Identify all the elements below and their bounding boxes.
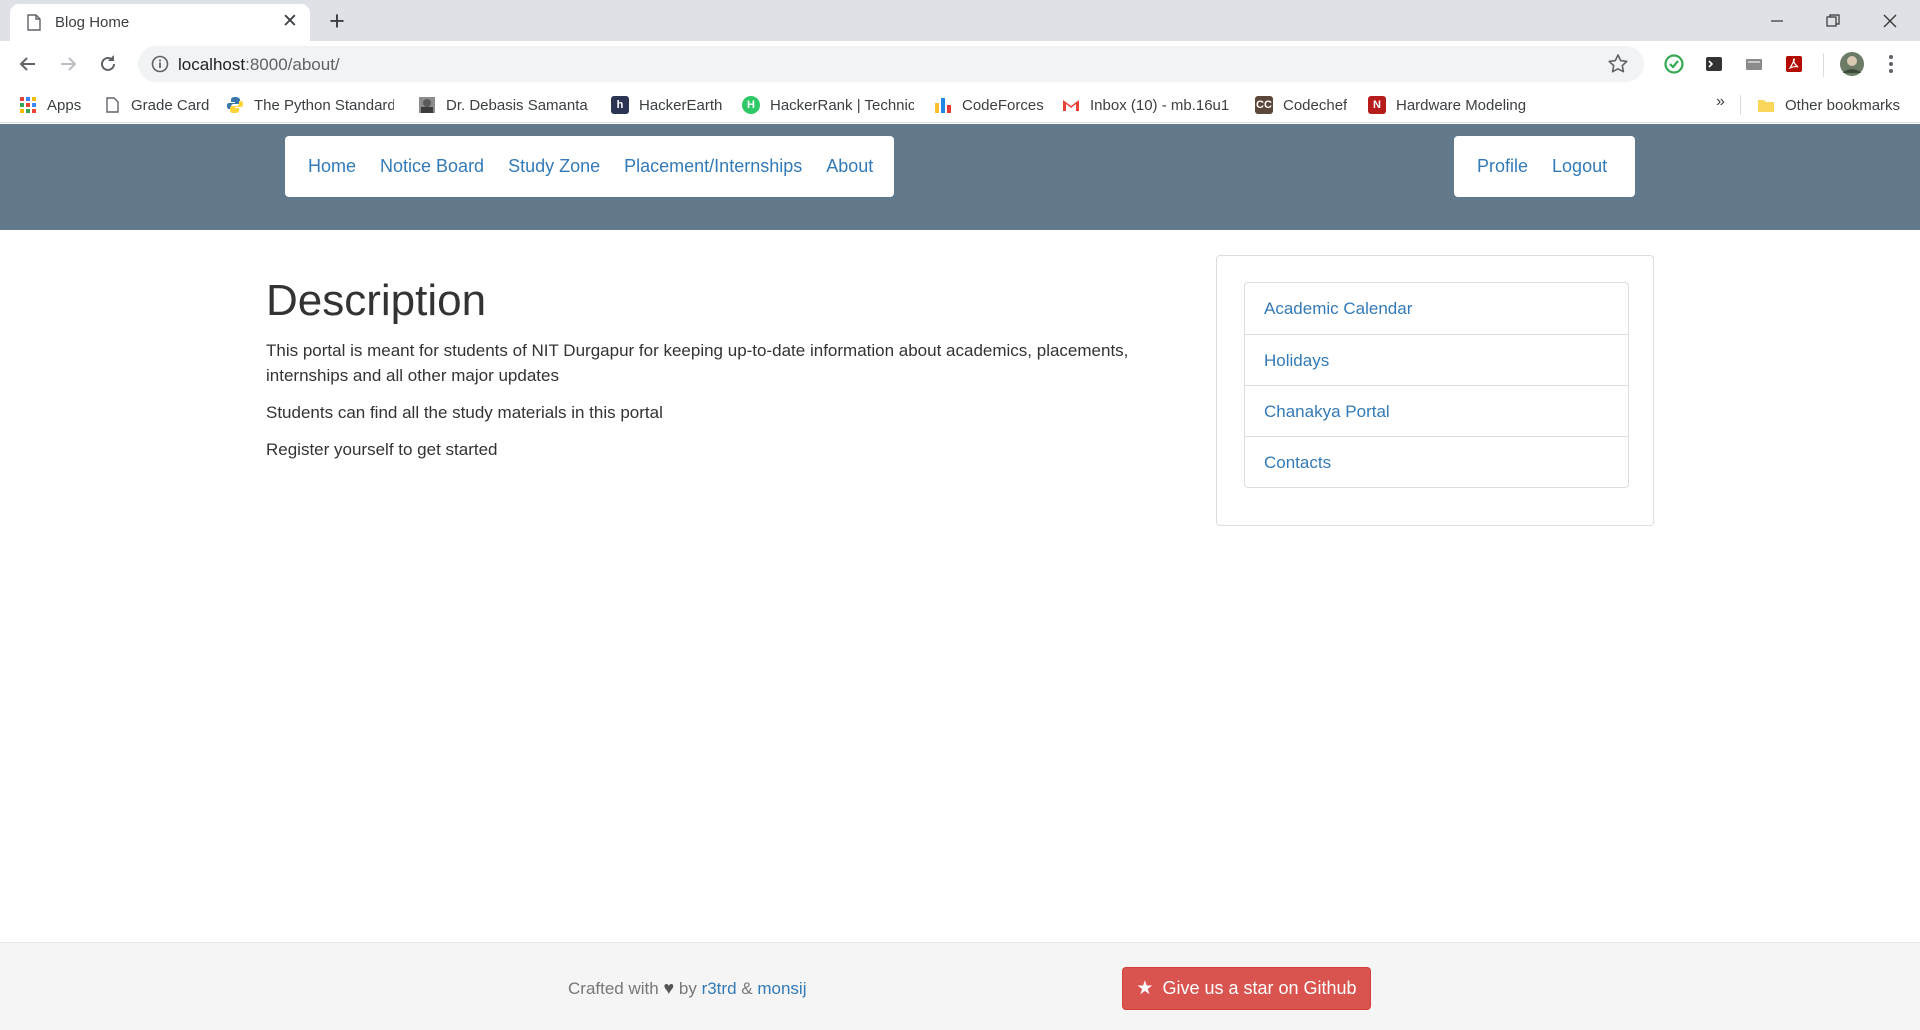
hackerearth-icon: h	[611, 96, 629, 114]
codeforces-icon	[935, 98, 951, 113]
link-academic-calendar[interactable]: Academic Calendar	[1245, 283, 1628, 334]
back-arrow-icon	[19, 57, 35, 71]
page-icon	[27, 14, 41, 31]
author-link-monsij[interactable]: monsij	[757, 979, 806, 998]
crafted-text: Crafted with	[568, 979, 659, 998]
bookmarks-overflow-button[interactable]: »	[1716, 93, 1725, 111]
info-icon[interactable]	[150, 54, 170, 74]
extension-card-icon[interactable]	[1743, 53, 1765, 75]
site-footer: Crafted with ♥ by r3trd & monsij ★ Give …	[0, 942, 1920, 1030]
extension-terminal-icon[interactable]	[1703, 53, 1725, 75]
heart-icon: ♥	[663, 978, 675, 998]
nav-home[interactable]: Home	[296, 156, 368, 177]
description-paragraph: This portal is meant for students of NIT…	[266, 341, 1129, 385]
sidebar-panel: Academic Calendar Holidays Chanakya Port…	[1216, 255, 1654, 526]
page-icon	[106, 97, 119, 113]
bookmark-gmail[interactable]: Inbox (10) - mb.16u1	[1062, 94, 1234, 116]
close-window-button[interactable]	[1862, 0, 1918, 41]
bookmark-apps[interactable]: Apps	[19, 94, 81, 116]
avatar[interactable]	[1839, 51, 1865, 77]
menu-kebab-icon[interactable]	[1880, 53, 1902, 75]
page-title: Description	[266, 276, 487, 325]
bookmark-python[interactable]: The Python Standard	[226, 94, 394, 116]
author-link-r3trd[interactable]: r3trd	[702, 979, 737, 998]
footer-credits: Crafted with ♥ by r3trd & monsij	[568, 978, 806, 999]
bookmarks-bar: Apps Grade Card The Python Standard Dr. …	[0, 87, 1920, 123]
minimize-button[interactable]	[1749, 0, 1805, 41]
apps-grid-icon	[20, 97, 36, 113]
toolbar-divider	[1823, 53, 1824, 77]
back-button[interactable]	[11, 47, 45, 81]
bookmark-label: CodeForces	[962, 96, 1044, 114]
codechef-icon: CC	[1255, 96, 1273, 114]
forward-button[interactable]	[51, 47, 85, 81]
forward-arrow-icon	[61, 57, 77, 71]
reload-icon	[101, 55, 115, 71]
browser-toolbar: localhost:8000/about/	[0, 41, 1920, 87]
bookmark-label: Hardware Modeling	[1396, 96, 1527, 114]
bookmark-label: HackerRank | Technic	[770, 96, 914, 114]
site-header: Home Notice Board Study Zone Placement/I…	[0, 124, 1920, 230]
nav-placement-internships[interactable]: Placement/Internships	[612, 156, 814, 177]
bookmarks-divider	[1740, 95, 1741, 115]
nav-logout[interactable]: Logout	[1540, 156, 1619, 177]
reload-button[interactable]	[91, 47, 125, 81]
minimize-icon	[1771, 19, 1783, 22]
nav-notice-board[interactable]: Notice Board	[368, 156, 496, 177]
python-icon	[227, 97, 243, 113]
close-tab-icon[interactable]: ✕	[279, 11, 301, 33]
github-star-label: Give us a star on Github	[1162, 978, 1357, 998]
register-paragraph: Register yourself to get started	[266, 440, 498, 459]
nptel-icon: N	[1368, 96, 1386, 114]
bookmark-hackerrank[interactable]: H HackerRank | Technic	[742, 94, 914, 116]
bookmark-codechef[interactable]: CC Codechef	[1255, 94, 1347, 116]
bookmark-label: Inbox (10) - mb.16u1	[1090, 96, 1230, 114]
tab-title: Blog Home	[55, 14, 130, 31]
bookmark-star-icon[interactable]	[1606, 52, 1630, 76]
bookmark-hardware-modeling[interactable]: N Hardware Modeling	[1368, 94, 1540, 116]
url-text[interactable]: localhost:8000/about/	[178, 55, 340, 75]
tab-strip: Blog Home ✕ +	[0, 0, 1920, 41]
bookmark-label: Codechef	[1283, 96, 1348, 114]
pdf-extension-icon[interactable]	[1783, 53, 1805, 75]
link-contacts[interactable]: Contacts	[1245, 436, 1628, 487]
new-tab-button[interactable]: +	[321, 5, 353, 37]
other-bookmarks-folder[interactable]: Other bookmarks	[1757, 94, 1900, 116]
extension-check-icon[interactable]	[1663, 53, 1685, 75]
close-icon	[1883, 14, 1897, 27]
bookmark-label: The Python Standard	[254, 96, 394, 114]
ampersand-text: &	[741, 979, 753, 998]
portrait-icon	[419, 97, 435, 113]
bookmark-label: Grade Card	[131, 96, 210, 114]
by-text: by	[678, 979, 697, 998]
nav-study-zone[interactable]: Study Zone	[496, 156, 612, 177]
link-holidays[interactable]: Holidays	[1245, 334, 1628, 385]
hackerrank-icon: H	[742, 96, 760, 114]
bookmark-hackerearth[interactable]: h HackerEarth	[611, 94, 722, 116]
nav-about[interactable]: About	[814, 156, 885, 177]
study-materials-paragraph: Students can find all the study material…	[266, 403, 663, 422]
about-content: Description This portal is meant for stu…	[266, 276, 1166, 474]
bookmark-debasis[interactable]: Dr. Debasis Samanta,	[418, 94, 588, 116]
star-icon: ★	[1136, 978, 1154, 999]
bookmark-codeforces[interactable]: CodeForces	[934, 94, 1044, 116]
gmail-icon	[1063, 100, 1079, 111]
folder-icon	[1758, 100, 1774, 112]
nav-profile[interactable]: Profile	[1465, 156, 1540, 177]
user-nav: Profile Logout	[1454, 136, 1635, 197]
bookmark-label: Apps	[47, 96, 82, 114]
bookmark-label: Dr. Debasis Samanta,	[446, 96, 588, 114]
bookmark-label: Other bookmarks	[1785, 96, 1901, 114]
bookmark-grade-card[interactable]: Grade Card	[103, 94, 209, 116]
tab-blog-home[interactable]: Blog Home ✕	[10, 4, 310, 41]
quick-links-list: Academic Calendar Holidays Chanakya Port…	[1244, 282, 1629, 488]
github-star-button[interactable]: ★ Give us a star on Github	[1122, 967, 1371, 1010]
main-nav: Home Notice Board Study Zone Placement/I…	[285, 136, 894, 197]
restore-button[interactable]	[1805, 0, 1861, 41]
link-chanakya-portal[interactable]: Chanakya Portal	[1245, 385, 1628, 436]
address-bar[interactable]: localhost:8000/about/	[138, 46, 1644, 82]
restore-icon	[1826, 13, 1840, 27]
bookmark-label: HackerEarth	[639, 96, 723, 114]
